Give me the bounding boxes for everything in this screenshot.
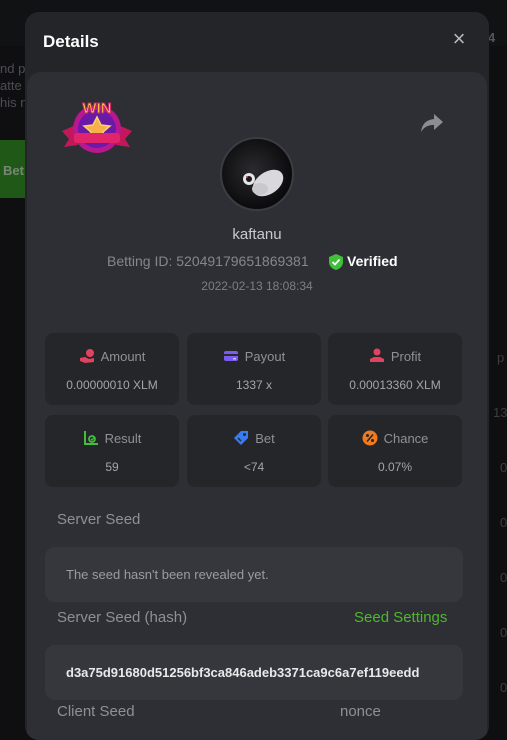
nonce-label: nonce — [340, 703, 381, 720]
stat-profit-value: 0.00013360 XLM — [349, 378, 441, 392]
win-badge-icon: WIN — [62, 100, 132, 153]
modal-title: Details — [43, 32, 99, 51]
ticket-icon — [234, 431, 249, 445]
stat-chance-label: Chance — [383, 431, 429, 446]
server-seed-label: Server Seed — [57, 511, 141, 528]
username: kaftanu — [232, 226, 282, 243]
stat-amount: Amount 0.00000010 XLM — [45, 333, 179, 405]
stat-payout-value: 1337 x — [235, 378, 273, 392]
verified-label: Verified — [347, 253, 398, 269]
stat-chance: Chance 0.07% — [328, 415, 462, 487]
close-icon: × — [452, 26, 466, 51]
bet-date: 2022-02-13 18:08:34 — [201, 279, 313, 293]
card-icon — [223, 351, 238, 361]
seed-settings-link[interactable]: Seed Settings — [354, 609, 447, 626]
verified-shield-icon — [329, 254, 343, 270]
betting-id: Betting ID: 52049179651869381 — [107, 253, 309, 269]
stat-profit-label: Profit — [390, 349, 422, 364]
details-panel: WIN kaftanu Betting ID: 5204917965186938… — [27, 72, 487, 740]
stat-amount-label: Amount — [100, 349, 146, 364]
details-modal: Details × WIN kaftanu Betting ID: 520491… — [25, 12, 489, 740]
server-hash-field[interactable]: d3a75d91680d51256bf3ca846adeb3371ca9c6a7… — [45, 645, 463, 700]
client-seed-label: Client Seed — [57, 703, 135, 720]
server-seed-value: The seed hasn't been revealed yet. — [66, 567, 269, 582]
share-icon[interactable] — [420, 112, 444, 134]
stat-chance-value: 0.07% — [377, 460, 413, 474]
stat-result-value: 59 — [105, 460, 119, 474]
stat-payout-label: Payout — [244, 349, 286, 364]
stat-bet: Bet <74 — [187, 415, 321, 487]
stat-bet-label: Bet — [255, 431, 275, 446]
stat-result: Result 59 — [45, 415, 179, 487]
stat-amount-value: 0.00000010 XLM — [66, 378, 158, 392]
close-button[interactable]: × — [450, 28, 468, 50]
avatar — [220, 137, 294, 211]
stat-bet-value: <74 — [243, 460, 265, 474]
result-chart-icon — [83, 431, 98, 445]
stat-result-label: Result — [104, 431, 142, 446]
server-seed-field: The seed hasn't been revealed yet. — [45, 547, 463, 602]
win-badge-text: WIN — [82, 100, 111, 117]
server-hash-value: d3a75d91680d51256bf3ca846adeb3371ca9c6a7… — [66, 665, 420, 680]
percent-icon — [362, 430, 378, 446]
stat-payout: Payout 1337 x — [187, 333, 321, 405]
stat-profit: Profit 0.00013360 XLM — [328, 333, 462, 405]
hand-coin-icon — [79, 349, 94, 363]
profit-hand-icon — [369, 348, 384, 362]
server-hash-label: Server Seed (hash) — [57, 609, 188, 626]
